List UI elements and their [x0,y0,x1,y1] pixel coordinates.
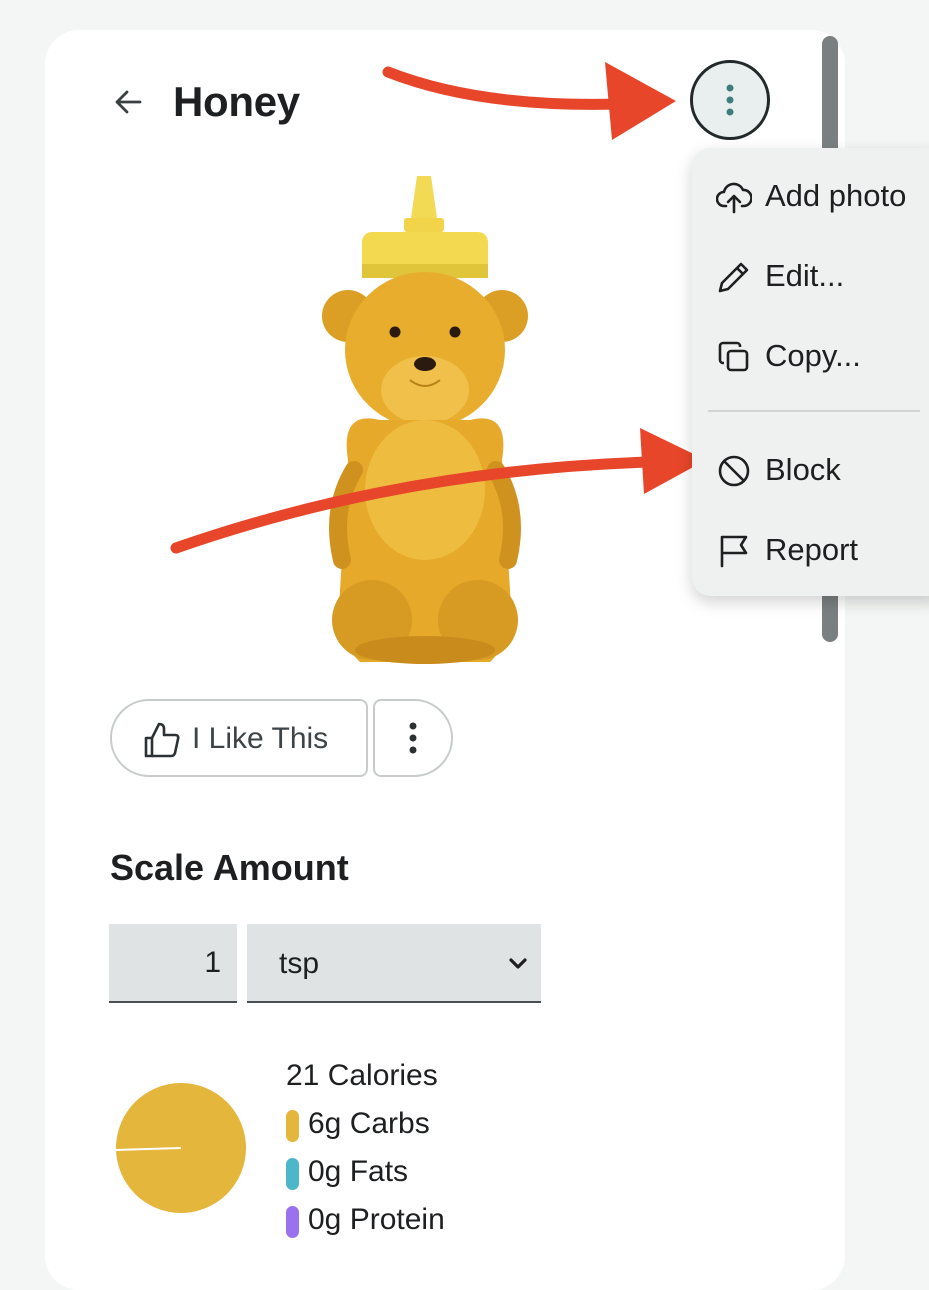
like-more-button[interactable] [373,699,453,777]
macro-label: 6g Carbs [308,1107,430,1140]
menu-item-block[interactable]: Block [692,438,929,500]
copy-icon [718,341,749,372]
unit-select[interactable]: tsp [247,924,541,1003]
scale-amount-heading: Scale Amount [110,847,349,888]
legend-swatch [286,1206,299,1238]
chevron-down-icon [509,958,527,969]
more-options-button[interactable] [690,60,770,140]
quantity-input[interactable]: 1 [109,924,237,1003]
options-menu: Add photo Edit... Copy... Block Report [692,148,929,596]
thumbs-up-icon [144,722,180,758]
menu-item-report[interactable]: Report [692,518,929,580]
like-button[interactable]: I Like This [110,699,368,777]
menu-item-label: Report [765,532,859,567]
like-button-label: I Like This [192,722,329,755]
menu-divider [708,410,920,412]
macro-pie-chart [115,1083,246,1213]
menu-item-add-photo[interactable]: Add photo [692,164,929,226]
kebab-icon [409,722,417,754]
macro-label: 0g Protein [308,1203,445,1236]
legend-swatch [286,1110,299,1142]
back-button[interactable] [110,84,146,120]
unit-select-value: tsp [279,947,320,980]
block-icon [718,455,750,487]
kebab-icon [726,84,734,116]
food-photo [322,176,528,664]
legend-swatch [286,1158,299,1190]
calories-label: 21 Calories [286,1059,438,1092]
menu-item-label: Edit... [765,258,845,293]
menu-item-label: Block [765,452,841,487]
menu-item-copy[interactable]: Copy... [692,324,929,386]
menu-item-label: Copy... [765,338,861,373]
menu-item-edit[interactable]: Edit... [692,244,929,306]
pencil-icon [718,262,749,293]
arrow-left-icon [115,90,142,114]
upload-cloud-icon [716,182,752,214]
menu-item-label: Add photo [765,178,907,213]
macro-label: 0g Fats [308,1155,409,1188]
page-title: Honey [173,78,300,125]
flag-icon [720,535,748,568]
